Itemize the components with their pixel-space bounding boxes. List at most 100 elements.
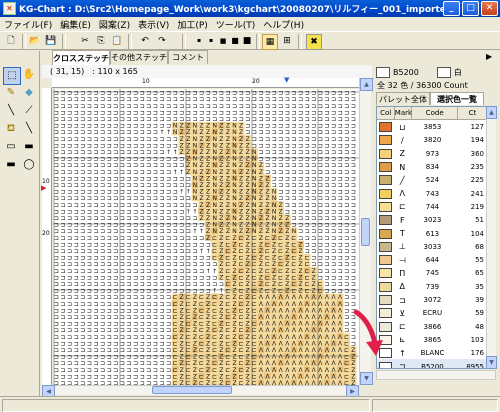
table-scrollbar[interactable]: ▲ ▼ <box>486 106 497 369</box>
pencil-icon[interactable]: ✎ <box>3 85 19 101</box>
col-header-mark[interactable]: Mark <box>395 107 413 119</box>
scroll-up-icon[interactable]: ▲ <box>486 106 497 119</box>
stitch-count: 127 <box>470 123 485 132</box>
line-tool-icon[interactable]: ╲ <box>3 103 19 119</box>
color-table-row[interactable]: ⊥ 3033 68 <box>377 240 487 254</box>
ruler-label: 20 <box>252 78 260 85</box>
horizontal-scrollbar[interactable]: ◀ ▶ <box>42 385 359 397</box>
open-folder-icon[interactable]: 📂 <box>28 34 42 48</box>
menu-view[interactable]: 表示(V) <box>134 18 173 31</box>
menu-process[interactable]: 加工(P) <box>173 18 211 31</box>
color-table-row[interactable]: T 613 104 <box>377 226 487 240</box>
color-table-row[interactable]: F 3023 51 <box>377 213 487 227</box>
color-code: 3866 <box>423 322 442 331</box>
color-count: 全 32 色 / 36300 Count <box>377 81 468 90</box>
tab-comment[interactable]: コメント <box>168 50 208 64</box>
stitch-count: 35 <box>475 282 485 291</box>
vertical-scroll-thumb[interactable] <box>361 218 370 246</box>
color-table-row[interactable]: ⊻ ECRU 59 <box>377 306 487 320</box>
col-header-color[interactable]: Col <box>377 107 396 119</box>
paste-icon[interactable]: 📋 <box>110 34 124 48</box>
grid-view-icon[interactable]: ▦ <box>262 34 278 50</box>
color-table-row[interactable]: ╱ 524 225 <box>377 173 487 187</box>
stitch-count: 241 <box>470 189 485 198</box>
lasso-icon[interactable]: ◯ <box>21 157 37 173</box>
ellipse-tool-icon[interactable]: ▬ <box>3 157 19 173</box>
table-horizontal-scrollbar[interactable] <box>376 370 496 380</box>
tab-selected-colors[interactable]: 選択色一覧 <box>430 92 484 105</box>
hand-pan-icon[interactable]: ✋ <box>21 67 37 83</box>
color-swatch-cell <box>377 215 395 226</box>
settings-tool-icon[interactable]: ✖ <box>306 34 322 50</box>
white-color-label: 白 <box>453 68 462 77</box>
new-file-icon[interactable]: 🗋 <box>4 34 18 48</box>
cursor-info: ( 31, 15) : 110 x 165 <box>42 65 372 78</box>
color-code: 973 <box>425 149 440 158</box>
color-table-row[interactable]: Π 745 65 <box>377 266 487 280</box>
menu-help[interactable]: ヘルプ(H) <box>259 18 308 31</box>
col-header-code[interactable]: Code <box>412 107 458 119</box>
menu-pattern[interactable]: 図案(Z) <box>95 18 134 31</box>
color-code: ECRU <box>422 309 443 318</box>
white-color-swatch[interactable] <box>436 67 451 78</box>
eraser-icon[interactable]: ◆ <box>21 85 37 101</box>
color-code: BLANC <box>420 349 445 358</box>
status-pane-extra <box>372 399 498 412</box>
undo-icon[interactable]: ↶ <box>138 34 152 48</box>
menu-file[interactable]: ファイル(F) <box>0 18 56 31</box>
color-table-row[interactable]: Z 973 360 <box>377 147 487 161</box>
col-header-count[interactable]: Ct <box>458 107 487 119</box>
minimize-button[interactable]: _ <box>443 1 460 16</box>
brush-icon[interactable]: ╲ <box>21 121 37 137</box>
maximize-button[interactable]: □ <box>462 1 479 16</box>
stitch-count: 39 <box>475 296 485 305</box>
scroll-down-icon[interactable]: ▼ <box>360 372 373 385</box>
eyedropper-icon[interactable]: ⟋ <box>21 103 37 119</box>
scroll-up-icon[interactable]: ▲ <box>360 78 373 91</box>
color-code: 3853 <box>423 123 442 132</box>
color-swatch <box>379 201 393 212</box>
fill-bucket-icon[interactable]: ⛾ <box>3 121 19 137</box>
close-button[interactable]: ✕ <box>481 1 498 16</box>
tab-cross-stitch[interactable]: クロスステッチ <box>52 50 110 65</box>
color-table-row[interactable]: ⊐ B5200 8955 <box>377 359 487 368</box>
color-table-row[interactable]: ⊏ 3866 48 <box>377 320 487 334</box>
menu-tools[interactable]: ツール(T) <box>212 18 260 31</box>
menu-edit[interactable]: 編集(E) <box>56 18 95 31</box>
color-table-row[interactable]: ↑ BLANC 176 <box>377 346 487 360</box>
horizontal-scroll-thumb[interactable] <box>152 386 232 394</box>
panel-toggle-icon[interactable]: ▶ <box>486 52 496 62</box>
color-code: 644 <box>425 256 440 265</box>
stitch-pattern-grid[interactable]: ⊐ ⊐ ⊐ ⊐ ⊐ ⊐ ⊐ ⊐ ⊐ ⊐ ⊐ ⊐ ⊐ ⊐ ⊐ ⊐ ⊐ ⊐ ⊐ ⊐ ⊐ ⊐ ⊐ ⊐ ⊐ ⊐ ⊐ ⊐ ⊐ ⊐ ⊐ ⊐ ⊐ ⊐ ⊐ ⊐ ⊐ ⊐ ⊐ ⊐… <box>53 89 359 385</box>
color-table-row[interactable]: / 3820 194 <box>377 133 487 147</box>
color-table-row[interactable]: ⊣ 644 55 <box>377 253 487 267</box>
color-table-row[interactable]: ⊐ 3072 39 <box>377 293 487 307</box>
color-table-row[interactable]: ⊏ 744 219 <box>377 200 487 214</box>
rectangle-tool-icon[interactable]: ▭ <box>3 139 19 155</box>
grid-lines-icon[interactable]: ⊞ <box>280 34 294 48</box>
color-swatch <box>379 241 393 252</box>
color-swatch-cell <box>377 148 395 159</box>
color-table-row[interactable]: ⊔ 3853 127 <box>377 120 487 134</box>
color-swatch <box>379 295 393 306</box>
select-rectangle-icon[interactable]: ⬚ <box>3 67 21 85</box>
filled-rectangle-icon[interactable]: ▬ <box>21 139 37 155</box>
toolbar-separator <box>22 34 26 49</box>
zoom-level-5-icon[interactable]: ■ <box>240 34 254 48</box>
color-table-row[interactable]: N 834 235 <box>377 160 487 174</box>
tab-palette-all[interactable]: パレット全体 <box>376 92 430 105</box>
save-icon[interactable]: 💾 <box>44 34 58 48</box>
redo-icon[interactable]: ↷ <box>155 34 169 48</box>
pattern-canvas[interactable]: ⊐ ⊐ ⊐ ⊐ ⊐ ⊐ ⊐ ⊐ ⊐ ⊐ ⊐ ⊐ ⊐ ⊐ ⊐ ⊐ ⊐ ⊐ ⊐ ⊐ ⊐ ⊐ ⊐ ⊐ ⊐ ⊐ ⊐ ⊐ ⊐ ⊐ ⊐ ⊐ ⊐ ⊐ ⊐ ⊐ ⊐ ⊐ ⊐ ⊐… <box>53 89 359 385</box>
scroll-down-icon[interactable]: ▼ <box>486 356 497 369</box>
ruler-left: 10 20 ▶ <box>41 88 52 385</box>
cut-icon[interactable]: ✂ <box>78 34 92 48</box>
color-table-row[interactable]: Λ 743 241 <box>377 187 487 201</box>
color-table-row[interactable]: ⊾ 3865 103 <box>377 333 487 347</box>
selected-color-swatch[interactable] <box>376 67 390 78</box>
copy-icon[interactable]: ⎘ <box>94 34 108 48</box>
color-code: 3820 <box>423 136 442 145</box>
color-table-row[interactable]: Δ 739 35 <box>377 280 487 294</box>
tab-other-stitch[interactable]: その他ステッチ <box>110 50 168 64</box>
color-swatch-cell <box>377 281 395 292</box>
